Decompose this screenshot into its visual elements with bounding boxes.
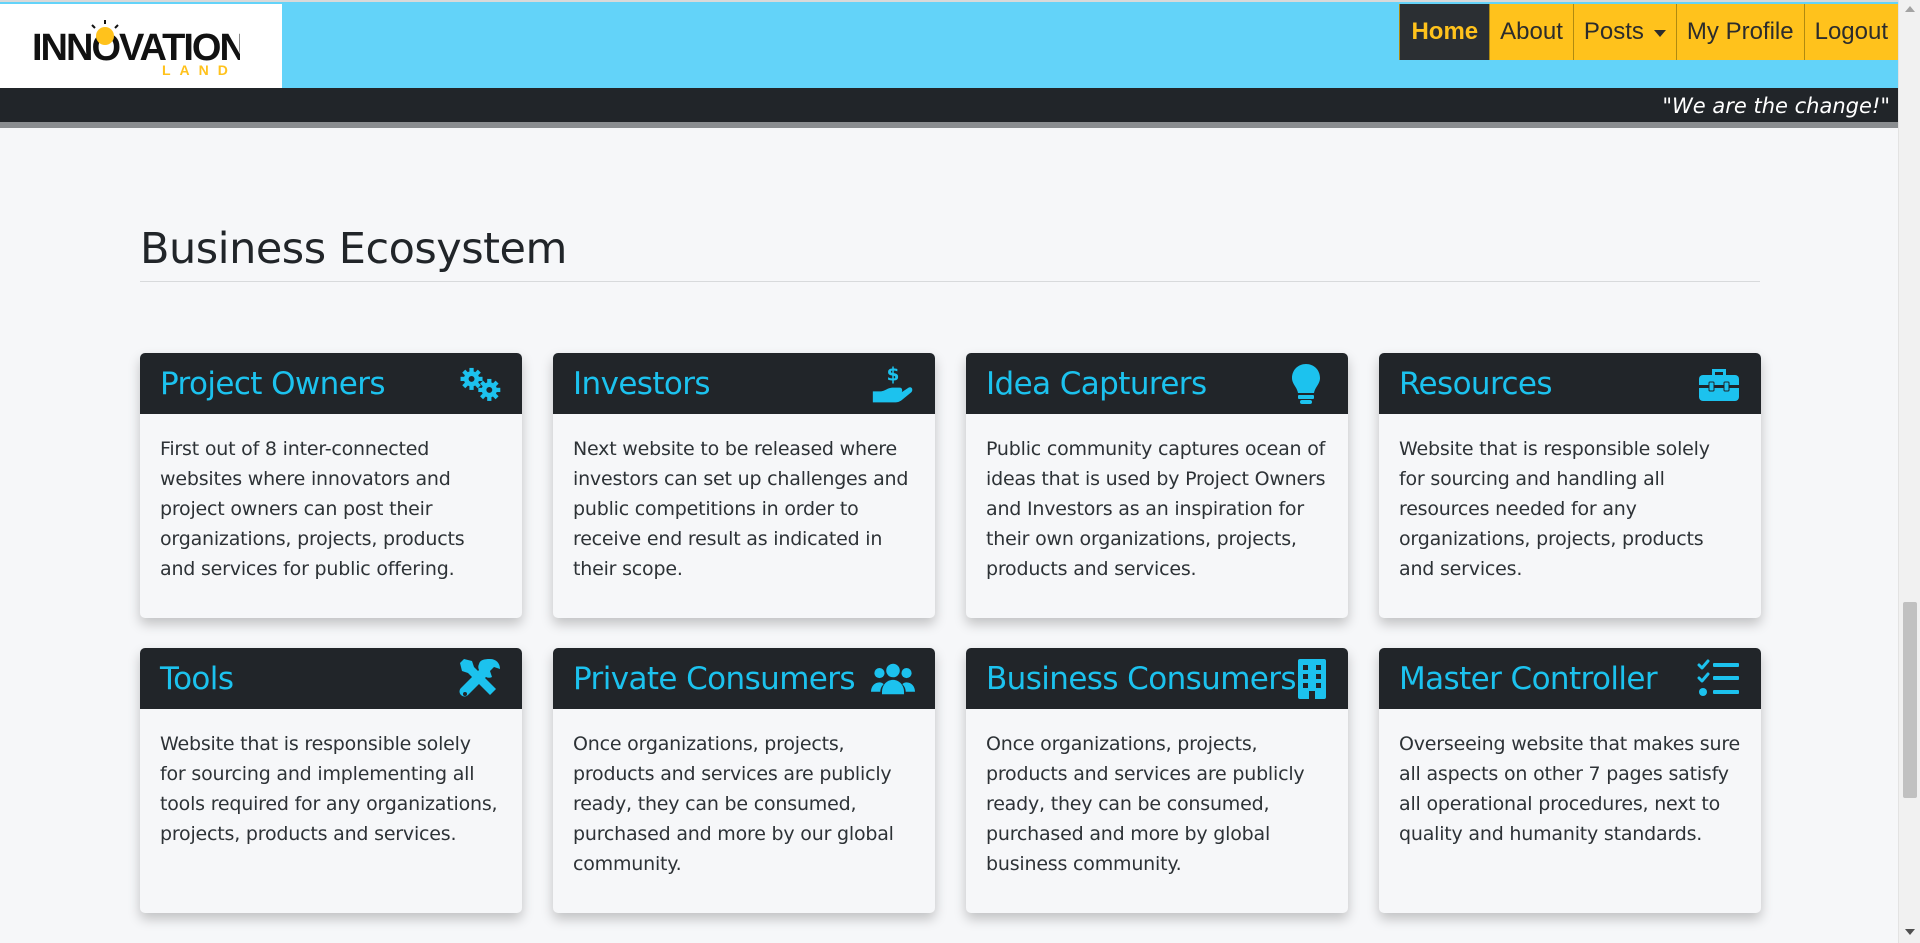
nav-my-profile[interactable]: My Profile	[1675, 4, 1804, 60]
gears-icon	[458, 362, 502, 406]
card-header: Project Owners	[140, 353, 522, 414]
nav-logout[interactable]: Logout	[1803, 4, 1898, 60]
card-header: Business Consumers	[966, 648, 1348, 709]
card-description: Once organizations, projects, products a…	[986, 733, 1305, 875]
card-description: Public community captures ocean of ideas…	[986, 438, 1326, 580]
card-title: Business Consumers	[986, 660, 1297, 697]
tagline: "We are the change!"	[1662, 94, 1890, 118]
svg-text:$: $	[887, 364, 900, 385]
card-title: Investors	[573, 365, 711, 402]
card-header: Master Controller	[1379, 648, 1761, 709]
card-header: Resources	[1379, 353, 1761, 414]
card-title: Tools	[160, 660, 234, 697]
card-header: Tools	[140, 648, 522, 709]
section-title: Business Ecosystem	[140, 224, 567, 274]
nav-my-profile-label: My Profile	[1686, 18, 1794, 45]
card-description: Next website to be released where invest…	[573, 438, 909, 580]
users-icon	[871, 657, 915, 701]
card-tools[interactable]: Tools Website that is responsible solely…	[140, 648, 522, 913]
ecosystem-grid: Project Owners First out of 8 inter-conn…	[140, 353, 1761, 913]
scroll-down-arrow-icon[interactable]	[1905, 929, 1915, 935]
logo[interactable]: INNOVATION LAND	[0, 4, 282, 90]
card-resources[interactable]: Resources Website that is responsible so…	[1379, 353, 1761, 618]
hand-dollar-icon: $	[871, 362, 915, 406]
card-project-owners[interactable]: Project Owners First out of 8 inter-conn…	[140, 353, 522, 618]
card-description: Website that is responsible solely for s…	[1399, 438, 1710, 580]
toolbox-icon	[1697, 362, 1741, 406]
tagline-bar: "We are the change!"	[0, 88, 1898, 128]
tools-icon	[458, 657, 502, 701]
card-description: Overseeing website that makes sure all a…	[1399, 733, 1740, 845]
card-title: Master Controller	[1399, 660, 1658, 697]
card-title: Project Owners	[160, 365, 385, 402]
card-investors[interactable]: Investors $ Next website to be released …	[553, 353, 935, 618]
card-title: Idea Capturers	[986, 365, 1207, 402]
card-master-controller[interactable]: Master Controller Overseeing website tha…	[1379, 648, 1761, 913]
lightbulb-icon	[1284, 362, 1328, 406]
nav-logout-label: Logout	[1814, 18, 1888, 45]
vertical-scrollbar[interactable]	[1898, 0, 1920, 943]
scroll-thumb[interactable]	[1903, 602, 1917, 798]
nav-about[interactable]: About	[1489, 4, 1573, 60]
card-description: Once organizations, projects, products a…	[573, 733, 894, 875]
nav-posts-dropdown[interactable]: Posts	[1572, 4, 1676, 60]
top-navbar: INNOVATION LAND Home About Posts My Prof…	[0, 0, 1898, 90]
nav-home[interactable]: Home	[1399, 4, 1490, 60]
card-description: Website that is responsible solely for s…	[160, 733, 498, 845]
card-header: Private Consumers	[553, 648, 935, 709]
nav-home-label: Home	[1411, 18, 1479, 45]
card-header: Investors $	[553, 353, 935, 414]
card-private-consumers[interactable]: Private Consumers Once organizations, pr…	[553, 648, 935, 913]
card-header: Idea Capturers	[966, 353, 1348, 414]
scroll-up-arrow-icon[interactable]	[1905, 6, 1915, 12]
tasks-icon	[1697, 657, 1741, 701]
card-title: Private Consumers	[573, 660, 856, 697]
section-divider	[140, 281, 1760, 282]
card-title: Resources	[1399, 365, 1553, 402]
card-idea-capturers[interactable]: Idea Capturers Public community captures…	[966, 353, 1348, 618]
building-icon	[1296, 657, 1328, 701]
caret-down-icon	[1653, 29, 1666, 37]
nav-posts-label: Posts	[1583, 18, 1644, 45]
nav-about-label: About	[1500, 18, 1563, 45]
logo-mark: INNOVATION LAND	[32, 20, 240, 76]
svg-text:LAND: LAND	[162, 62, 237, 76]
card-description: First out of 8 inter-connected websites …	[160, 438, 465, 580]
main-nav: Home About Posts My Profile Logout	[1399, 4, 1898, 60]
card-business-consumers[interactable]: Business Consumers Once organizations, p…	[966, 648, 1348, 913]
